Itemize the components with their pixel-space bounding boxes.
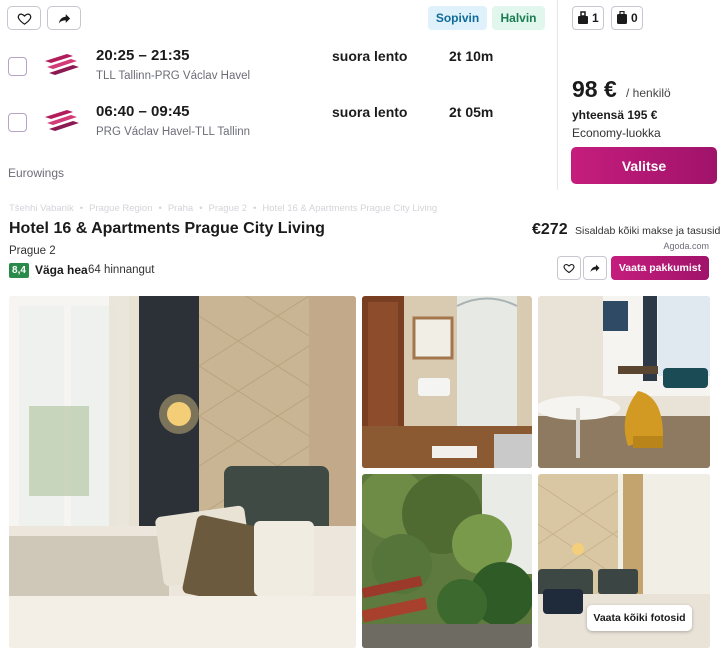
hotel-photo-bathroom[interactable]: [362, 296, 532, 468]
convenient-tag: Sopivin: [428, 6, 487, 30]
hotel-name[interactable]: Hotel 16 & Apartments Prague City Living: [9, 220, 325, 238]
outbound-route: TLL Tallinn-PRG Václav Havel: [96, 70, 251, 82]
breadcrumb: Tšehhi Vabariik • Prague Region • Praha …: [9, 203, 437, 214]
breadcrumb-separator: •: [253, 203, 257, 214]
hotel-photo-main[interactable]: [9, 296, 356, 648]
cabin-bag-count: 0: [611, 6, 643, 30]
inbound-route: PRG Václav Havel-TLL Tallinn: [96, 126, 251, 138]
price-total: yhteensä 195 €: [572, 108, 658, 122]
breadcrumb-separator: •: [158, 203, 162, 214]
share-arrow-icon: [58, 13, 70, 23]
rating-label: Väga hea: [35, 263, 88, 277]
hotel-photo-garden[interactable]: [362, 474, 532, 648]
cabin-bag-value: 0: [631, 11, 638, 25]
flight-price: 98 €: [572, 76, 617, 102]
select-flight-button[interactable]: Valitse: [571, 147, 717, 184]
view-all-photos-button[interactable]: Vaata kõiki fotosid: [587, 605, 692, 631]
breadcrumb-separator: •: [199, 203, 203, 214]
breadcrumb-item[interactable]: Prague Region: [89, 203, 152, 214]
personal-bag-icon: [578, 11, 588, 24]
breadcrumb-item[interactable]: Tšehhi Vabariik: [9, 203, 74, 214]
cheapest-tag: Halvin: [492, 6, 545, 30]
airline-name: Eurowings: [8, 166, 65, 180]
rating-count: 64 hinnangut: [88, 264, 155, 276]
hotel-provider: Agoda.com: [663, 241, 709, 251]
personal-item-value: 1: [592, 11, 599, 25]
rating-score-badge: 8,4: [9, 263, 29, 278]
outbound-stops: suora lento: [332, 48, 408, 64]
inbound-checkbox[interactable]: [8, 113, 27, 132]
outbound-duration: 2t 10m: [449, 48, 494, 64]
share-arrow-icon: [590, 264, 600, 272]
hotel-price-note: Sisaldab kõiki makse ja tasusid: [575, 225, 721, 237]
hotel-photo-lounge[interactable]: [538, 296, 710, 468]
heart-icon: [17, 12, 31, 25]
inbound-stops: suora lento: [332, 104, 408, 120]
outbound-checkbox[interactable]: [8, 57, 27, 76]
hotel-favorite-button[interactable]: [557, 256, 581, 280]
cabin-bag-icon: [617, 11, 627, 24]
hotel-share-button[interactable]: [583, 256, 607, 280]
hotel-city: Prague 2: [9, 245, 56, 257]
favorite-button[interactable]: [7, 6, 41, 30]
breadcrumb-separator: •: [79, 203, 84, 214]
breadcrumb-item[interactable]: Prague 2: [209, 203, 248, 214]
eurowings-logo-icon: [45, 54, 79, 75]
breadcrumb-item[interactable]: Praha: [168, 203, 193, 214]
inbound-times: 06:40 – 09:45: [96, 103, 190, 120]
hotel-price: €272: [532, 221, 568, 238]
price-per-person: / henkilö: [626, 86, 671, 100]
view-offer-button[interactable]: Vaata pakkumist: [611, 256, 709, 280]
eurowings-logo-icon: [45, 110, 79, 131]
inbound-duration: 2t 05m: [449, 104, 494, 120]
breadcrumb-item: Hotel 16 & Apartments Prague City Living: [262, 203, 438, 214]
heart-icon: [563, 263, 575, 274]
outbound-times: 20:25 – 21:35: [96, 47, 190, 64]
share-button[interactable]: [47, 6, 81, 30]
personal-item-count: 1: [572, 6, 604, 30]
card-divider: [557, 0, 558, 190]
cabin-class: Economy-luokka: [572, 126, 661, 140]
